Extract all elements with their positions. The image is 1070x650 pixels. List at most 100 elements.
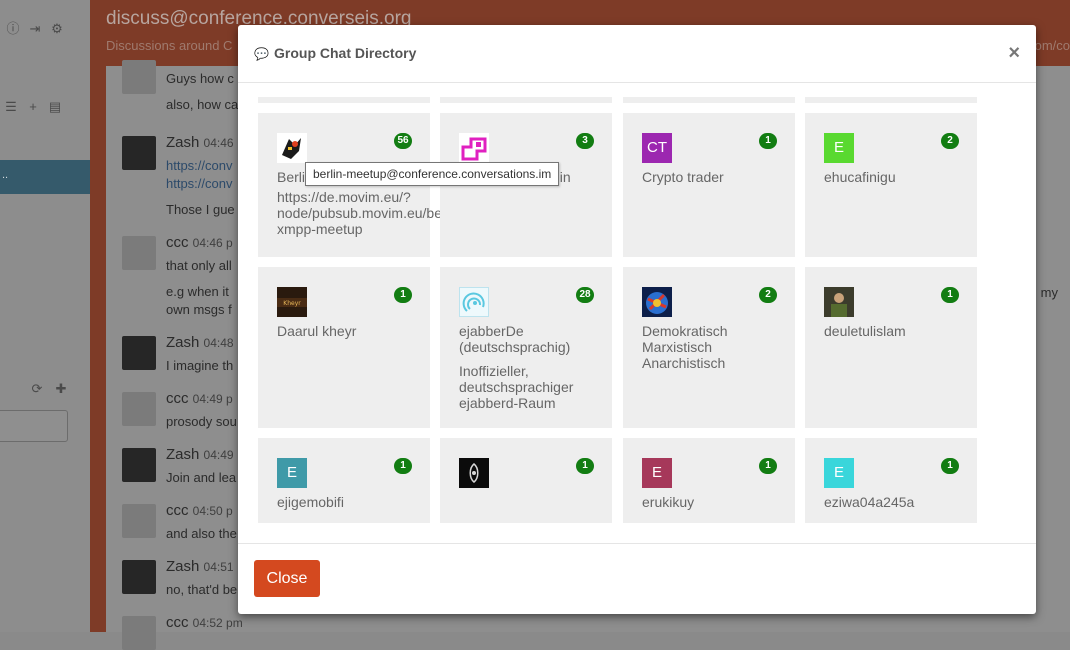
avatar: [122, 392, 156, 426]
room-card[interactable]: 2 Demokratisch Marxistisch Anarchistisch: [623, 267, 795, 428]
modal-body: 56 Berli https://de.movim.eu/? node/pubs…: [258, 97, 1020, 523]
room-avatar: CT: [642, 133, 672, 163]
directory-icon[interactable]: ▤: [48, 100, 62, 114]
occupant-count-badge: 2: [941, 133, 959, 149]
room-name[interactable]: rlin: [552, 169, 602, 185]
avatar: [122, 236, 156, 270]
svg-text:Kheyr: Kheyr: [283, 300, 301, 307]
room-avatar: [459, 287, 489, 317]
occupant-count-badge: 1: [394, 458, 412, 474]
rooms-toolbar: ☰ + ▤: [4, 100, 62, 114]
room-avatar: [824, 287, 854, 317]
message-text: and also the: [166, 526, 237, 541]
message-link[interactable]: https://conv: [166, 176, 232, 191]
message-author: Zash 04:48: [166, 334, 234, 351]
occupant-count-badge: 56: [394, 133, 412, 149]
room-jid-tooltip: berlin-meetup@conference.conversations.i…: [305, 162, 560, 186]
message-text: also, how ca: [166, 97, 239, 112]
message-text: prosody sou: [166, 414, 237, 429]
occupant-count-badge: 1: [759, 458, 777, 474]
room-card-partial: [440, 97, 612, 103]
message-link[interactable]: https://conv: [166, 158, 232, 173]
room-name[interactable]: ejabberDe (deutschsprachig): [459, 323, 609, 355]
occupant-count-badge: 1: [759, 133, 777, 149]
room-card[interactable]: E 1 erukikuy: [623, 438, 795, 523]
room-card[interactable]: 1: [440, 438, 612, 523]
message-text-right: my: [1040, 285, 1058, 300]
room-name[interactable]: Demokratisch Marxistisch Anarchistisch: [642, 323, 792, 371]
room-card-partial: [623, 97, 795, 103]
room-name[interactable]: Daarul kheyr: [277, 323, 427, 339]
room-avatar: E: [642, 458, 672, 488]
occupant-count-badge: 2: [759, 287, 777, 303]
plus-icon[interactable]: +: [26, 100, 40, 114]
close-button[interactable]: Close: [254, 560, 320, 597]
room-avatar: E: [824, 133, 854, 163]
room-card-partial: [805, 97, 977, 103]
room-card[interactable]: CT 1 Crypto trader: [623, 113, 795, 257]
occupant-count-badge: 1: [941, 287, 959, 303]
avatar: [122, 336, 156, 370]
message-text: e.g when it: [166, 284, 229, 299]
message-text: no, that'd be: [166, 582, 238, 597]
room-card[interactable]: Kheyr 1 Daarul kheyr: [258, 267, 430, 428]
message-text: own msgs f: [166, 302, 232, 317]
room-description: https://de.movim.eu/? node/pubsub.movim.…: [277, 189, 442, 237]
list-icon[interactable]: ☰: [4, 100, 18, 114]
room-card[interactable]: 1 deuletulislam: [805, 267, 977, 428]
logout-icon[interactable]: ⇥: [28, 22, 42, 36]
message-author: ccc 04:52 pm: [166, 614, 243, 631]
avatar: [122, 60, 156, 94]
sidebar-toolbar: ⓘ ⇥ ⚙: [6, 22, 64, 36]
avatar: [122, 560, 156, 594]
modal-title: 💬 Group Chat Directory: [254, 45, 417, 61]
room-description: Inoffizieller, deutschsprachiger ejabber…: [459, 363, 574, 411]
room-avatar: [459, 133, 489, 163]
occupant-count-badge: 28: [576, 287, 594, 303]
room-name[interactable]: eziwa04a245a: [824, 494, 974, 510]
message-text: that only all: [166, 258, 232, 273]
occupant-count-badge: 3: [576, 133, 594, 149]
room-card-partial: [258, 97, 430, 103]
avatar: [122, 136, 156, 170]
message-author: ccc 04:46 p: [166, 234, 233, 251]
room-avatar: [459, 458, 489, 488]
room-avatar: [642, 287, 672, 317]
room-name[interactable]: erukikuy: [642, 494, 792, 510]
message-author: Zash 04:46: [166, 134, 234, 151]
room-card[interactable]: 28 ejabberDe (deutschsprachig) Inoffizie…: [440, 267, 612, 428]
room-name[interactable]: ejigemobifi: [277, 494, 427, 510]
room-name[interactable]: Crypto trader: [642, 169, 792, 185]
message-author: ccc 04:50 p: [166, 502, 233, 519]
sidebar-item-selected[interactable]: ..: [0, 160, 90, 194]
comments-icon: 💬: [254, 47, 269, 61]
room-card[interactable]: E 1 eziwa04a245a: [805, 438, 977, 523]
refresh-icon[interactable]: ⟳: [30, 382, 44, 396]
room-card[interactable]: E 1 ejigemobifi: [258, 438, 430, 523]
room-name[interactable]: deuletulislam: [824, 323, 974, 339]
message-text: Those I gue: [166, 202, 235, 217]
message-author: ccc 04:49 p: [166, 390, 233, 407]
add-user-icon[interactable]: ✚: [54, 382, 68, 396]
message-author: Zash 04:49: [166, 446, 234, 463]
avatar: [122, 616, 156, 650]
sidebar: ⓘ ⇥ ⚙ ☰ + ▤ .. ⟳ ✚: [0, 0, 90, 632]
occupant-count-badge: 1: [394, 287, 412, 303]
modal-header: 💬 Group Chat Directory ×: [238, 25, 1036, 83]
room-avatar: E: [824, 458, 854, 488]
room-card[interactable]: E 2 ehucafinigu: [805, 113, 977, 257]
avatar: [122, 504, 156, 538]
message-text: Guys how c: [166, 71, 234, 86]
room-avatar: E: [277, 458, 307, 488]
modal-footer: Close: [238, 543, 1036, 614]
gear-icon[interactable]: ⚙: [50, 22, 64, 36]
room-avatar: Kheyr: [277, 287, 307, 317]
message-text: Join and lea: [166, 470, 237, 485]
close-icon[interactable]: ×: [1008, 42, 1020, 65]
message-text: I imagine th: [166, 358, 234, 373]
room-name[interactable]: ehucafinigu: [824, 169, 974, 185]
info-icon[interactable]: ⓘ: [6, 22, 20, 36]
contact-filter-input[interactable]: [0, 410, 68, 442]
room-avatar: [277, 133, 307, 163]
avatar: [122, 448, 156, 482]
